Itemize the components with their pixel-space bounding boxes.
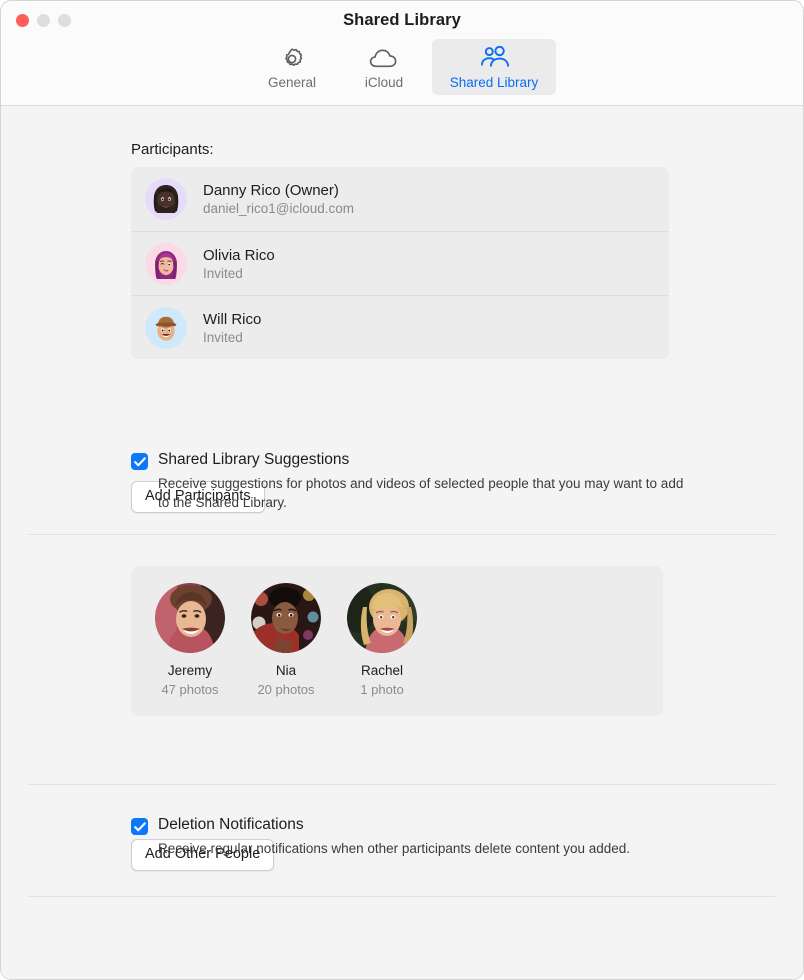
participant-subtitle: daniel_rico1@icloud.com (203, 201, 355, 216)
participant-name: Will Rico (203, 310, 262, 328)
tab-icloud-label: iCloud (364, 75, 404, 90)
deletion-notifications-description: Receive regular notifications when other… (158, 841, 631, 856)
shared-library-suggestions-description: Receive suggestions for photos and video… (158, 476, 684, 510)
photo-jeremy (155, 583, 225, 653)
divider (29, 534, 775, 535)
tab-icloud[interactable]: iCloud (340, 39, 428, 95)
suggested-person[interactable]: Jeremy 47 photos (153, 583, 227, 697)
suggested-person-count: 1 photo (360, 682, 404, 697)
participant-subtitle: Invited (203, 329, 243, 345)
tab-general[interactable]: General (248, 39, 336, 95)
memoji-danny-avatar (145, 178, 187, 220)
shared-library-suggestions-checkbox[interactable] (131, 453, 148, 470)
tab-shared-library-label: Shared Library (449, 75, 539, 90)
photo-nia (251, 583, 321, 653)
suggested-person-name: Rachel (360, 663, 404, 678)
deletion-notifications-section: Deletion Notifications Receive regular n… (131, 816, 691, 859)
suggested-people-list: Jeremy 47 photos Nia 20 photos Rachel 1 … (131, 566, 663, 716)
suggested-person[interactable]: Nia 20 photos (249, 583, 323, 697)
cloud-icon (369, 45, 399, 73)
shared-library-suggestions-section: Shared Library Suggestions Receive sugge… (131, 451, 691, 512)
memoji-olivia-avatar (145, 242, 187, 285)
tab-shared-library[interactable]: Shared Library (432, 39, 556, 95)
suggested-person-name: Nia (275, 663, 297, 678)
suggested-person-count: 20 photos (257, 682, 315, 697)
deletion-notifications-label: Deletion Notifications (158, 816, 304, 833)
preferences-toolbar: General iCloud Shared Library (1, 39, 803, 95)
preferences-window: Shared Library General iCloud Shared Lib… (0, 0, 804, 980)
suggested-person[interactable]: Rachel 1 photo (345, 583, 419, 697)
participant-row[interactable]: Will Rico Invited (131, 295, 669, 359)
participant-name: Olivia Rico (203, 246, 275, 264)
deletion-notifications-checkbox[interactable] (131, 818, 148, 835)
memoji-will-avatar (145, 306, 187, 349)
participant-row[interactable]: Danny Rico (Owner) daniel_rico1@icloud.c… (131, 167, 669, 231)
divider (29, 784, 775, 785)
preferences-content: Participants: Danny Rico (Owner) daniel_… (1, 106, 803, 979)
gear-icon (279, 45, 305, 73)
suggested-person-name: Jeremy (167, 663, 213, 678)
shared-library-suggestions-label: Shared Library Suggestions (158, 451, 350, 468)
participants-label: Participants: (131, 141, 214, 158)
participant-name: Danny Rico (Owner) (203, 182, 339, 199)
title-bar: Shared Library General iCloud Shared Lib… (1, 1, 803, 106)
photo-rachel (347, 583, 417, 653)
divider (29, 896, 775, 897)
people-icon (478, 45, 510, 73)
participant-row[interactable]: Olivia Rico Invited (131, 231, 669, 295)
window-title: Shared Library (343, 11, 461, 29)
suggested-person-count: 47 photos (161, 682, 219, 697)
participants-list: Danny Rico (Owner) daniel_rico1@icloud.c… (131, 167, 669, 359)
tab-general-label: General (267, 75, 317, 90)
participant-subtitle: Invited (203, 265, 243, 281)
